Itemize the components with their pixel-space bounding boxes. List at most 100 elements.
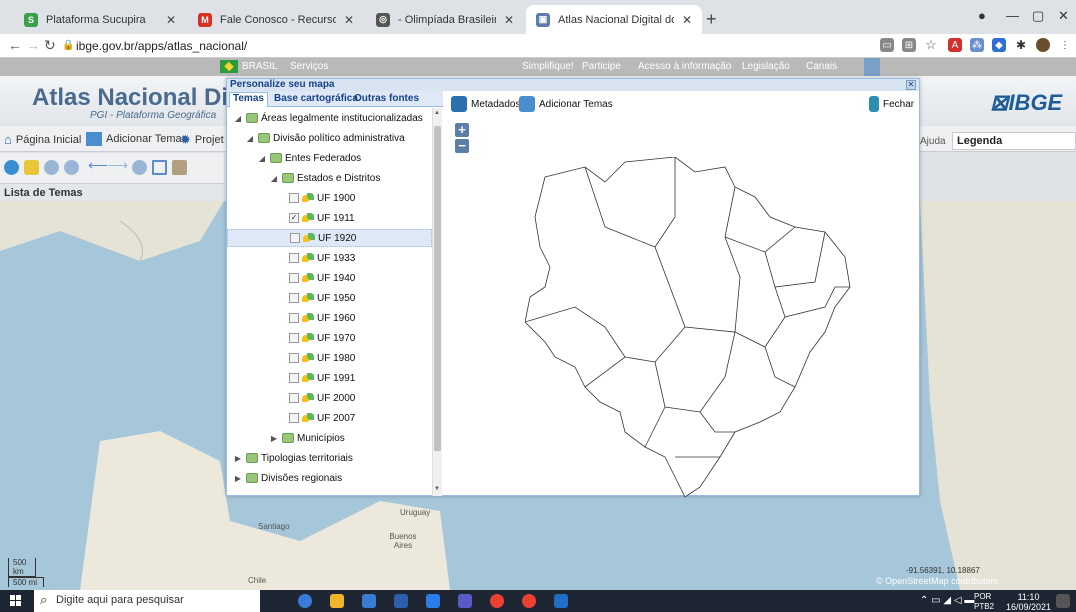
- add-themes-button[interactable]: Adicionar Temas: [519, 96, 613, 112]
- map-zoom-in-button[interactable]: +: [455, 123, 469, 137]
- tree-layer-item[interactable]: UF 1960: [289, 309, 355, 327]
- pan-hand-icon[interactable]: [24, 160, 39, 175]
- tab-base-cartografica[interactable]: Base cartográfica: [271, 93, 361, 104]
- browser-tab-fale-conosco[interactable]: M Fale Conosco - Recurso - Revisão ✕: [188, 5, 364, 34]
- tree-layer-item[interactable]: ✓ UF 1911: [289, 209, 355, 227]
- tree-layer-item[interactable]: UF 2007: [289, 409, 355, 427]
- layer-checkbox[interactable]: [289, 253, 299, 263]
- pdf-extension-icon[interactable]: A: [948, 38, 962, 52]
- layer-checkbox[interactable]: [289, 413, 299, 423]
- tree-layer-item[interactable]: UF 2000: [289, 389, 355, 407]
- tree-layer-item[interactable]: UF 1980: [289, 349, 355, 367]
- system-tray-icons[interactable]: ⌃ ▭ ◢ ◁ ▬: [920, 595, 974, 606]
- chrome-profile-icon[interactable]: [522, 594, 536, 608]
- expand-arrow-icon[interactable]: ▶: [233, 474, 243, 483]
- tree-layer-item[interactable]: UF 1900: [289, 189, 355, 207]
- avatar[interactable]: [1036, 38, 1050, 52]
- tree-folder-item[interactable]: ◢ Estados e Distritos: [269, 169, 380, 187]
- gov-link-legislacao[interactable]: Legislação: [742, 61, 790, 72]
- close-button[interactable]: Fechar: [869, 96, 914, 112]
- tree-scrollbar[interactable]: ▲ ▼: [432, 108, 442, 496]
- project-button[interactable]: ✹ Projet: [180, 132, 224, 148]
- new-tab-icon[interactable]: +: [706, 9, 717, 30]
- scroll-down-icon[interactable]: ▼: [434, 486, 440, 492]
- collapse-arrow-icon[interactable]: ◢: [233, 114, 243, 123]
- extension-icon[interactable]: ⁂: [970, 38, 984, 52]
- minimize-icon[interactable]: —: [1006, 8, 1019, 23]
- back-icon[interactable]: ←: [8, 37, 22, 53]
- layer-checkbox[interactable]: [289, 353, 299, 363]
- gov-link-acesso[interactable]: Acesso à informação: [638, 61, 731, 72]
- metadata-button[interactable]: Metadados: [451, 96, 520, 112]
- taskbar-search-input[interactable]: Digite aqui para pesquisar: [34, 590, 260, 612]
- gov-brasil-link[interactable]: BRASIL: [242, 61, 278, 72]
- word-icon[interactable]: [554, 594, 568, 608]
- zoom-out-icon[interactable]: [64, 160, 79, 175]
- info-icon[interactable]: [132, 160, 147, 175]
- mail-icon[interactable]: [426, 594, 440, 608]
- gov-servicos-link[interactable]: Serviços: [290, 61, 328, 72]
- next-extent-icon[interactable]: ⟶: [108, 157, 128, 173]
- close-tab-icon[interactable]: ✕: [504, 13, 514, 27]
- tree-layer-item[interactable]: UF 1920: [227, 229, 432, 247]
- taskbar-clock[interactable]: 11:10 16/09/2021: [1006, 592, 1051, 612]
- menu-kebab-icon[interactable]: ⋮: [1058, 38, 1072, 52]
- store-icon[interactable]: [362, 594, 376, 608]
- scroll-up-icon[interactable]: ▲: [434, 110, 440, 116]
- windows-start-icon[interactable]: [10, 595, 22, 607]
- tree-folder-item[interactable]: ◢ Entes Federados: [257, 149, 361, 167]
- notification-icon[interactable]: [1056, 594, 1070, 608]
- tab-temas[interactable]: Temas: [229, 92, 268, 107]
- extension-icon[interactable]: ◆: [992, 38, 1006, 52]
- previous-extent-icon[interactable]: ⟵: [88, 157, 108, 173]
- expand-arrow-icon[interactable]: ▶: [269, 434, 279, 443]
- layer-checkbox[interactable]: ✓: [289, 213, 299, 223]
- layer-checkbox[interactable]: [289, 373, 299, 383]
- tree-folder-item[interactable]: ▶ Divisões regionais: [233, 469, 342, 487]
- layer-checkbox[interactable]: [289, 393, 299, 403]
- browser-tab-atlas[interactable]: ▣ Atlas Nacional Digital do Brasil ✕: [526, 5, 702, 34]
- expand-arrow-icon[interactable]: ▶: [233, 454, 243, 463]
- tab-outras-fontes[interactable]: Outras fontes: [351, 93, 422, 104]
- bookmark-star-icon[interactable]: ☆: [924, 37, 938, 52]
- language-indicator[interactable]: POR PTB2: [974, 592, 994, 612]
- tree-folder-item[interactable]: ▶ Municípios: [269, 429, 345, 447]
- home-button[interactable]: ⌂ Página Inicial: [4, 132, 81, 147]
- profile-icon[interactable]: ●: [978, 8, 986, 23]
- gov-link-simplifique[interactable]: Simplifique!: [522, 61, 574, 72]
- print-icon[interactable]: [172, 160, 187, 175]
- maximize-icon[interactable]: ▢: [1032, 8, 1044, 24]
- scrollbar-thumb[interactable]: [434, 126, 441, 451]
- tree-folder-item[interactable]: ◢ Divisão político administrativa: [245, 129, 405, 147]
- accessibility-icon[interactable]: [864, 58, 880, 76]
- layer-checkbox[interactable]: [289, 293, 299, 303]
- file-explorer-icon[interactable]: [330, 594, 344, 608]
- chrome-icon[interactable]: [490, 594, 504, 608]
- layer-checkbox[interactable]: [289, 333, 299, 343]
- layer-checkbox[interactable]: [289, 273, 299, 283]
- teams-icon[interactable]: [458, 594, 472, 608]
- url-field[interactable]: ibge.gov.br/apps/atlas_nacional/: [76, 39, 247, 53]
- tree-layer-item[interactable]: UF 1933: [289, 249, 355, 267]
- layer-checkbox[interactable]: [289, 193, 299, 203]
- close-tab-icon[interactable]: ✕: [344, 13, 354, 27]
- tree-folder-item[interactable]: ◢ Áreas legalmente institucionalizadas: [233, 109, 423, 127]
- layer-checkbox[interactable]: [289, 313, 299, 323]
- close-window-icon[interactable]: ✕: [1058, 8, 1069, 24]
- measure-icon[interactable]: [152, 160, 167, 175]
- tree-layer-item[interactable]: UF 1950: [289, 289, 355, 307]
- layer-checkbox[interactable]: [290, 233, 300, 243]
- map-zoom-out-button[interactable]: −: [455, 139, 469, 153]
- reload-icon[interactable]: ↻: [44, 37, 56, 54]
- collapse-arrow-icon[interactable]: ◢: [257, 154, 267, 163]
- tree-layer-item[interactable]: UF 1940: [289, 269, 355, 287]
- cast-icon[interactable]: ▭: [880, 38, 894, 52]
- tree-folder-item[interactable]: ▶ Tipologias territoriais: [233, 449, 353, 467]
- browser-tab-olimpiada[interactable]: ◎ - Olimpíada Brasileira de Geogra ✕: [366, 5, 524, 34]
- forward-icon[interactable]: →: [26, 37, 40, 53]
- browser-tab-sucupira[interactable]: S Plataforma Sucupira ✕: [14, 5, 186, 34]
- collapse-arrow-icon[interactable]: ◢: [245, 134, 255, 143]
- outlook-icon[interactable]: [394, 594, 408, 608]
- globe-icon[interactable]: [4, 160, 19, 175]
- close-tab-icon[interactable]: ✕: [682, 13, 692, 27]
